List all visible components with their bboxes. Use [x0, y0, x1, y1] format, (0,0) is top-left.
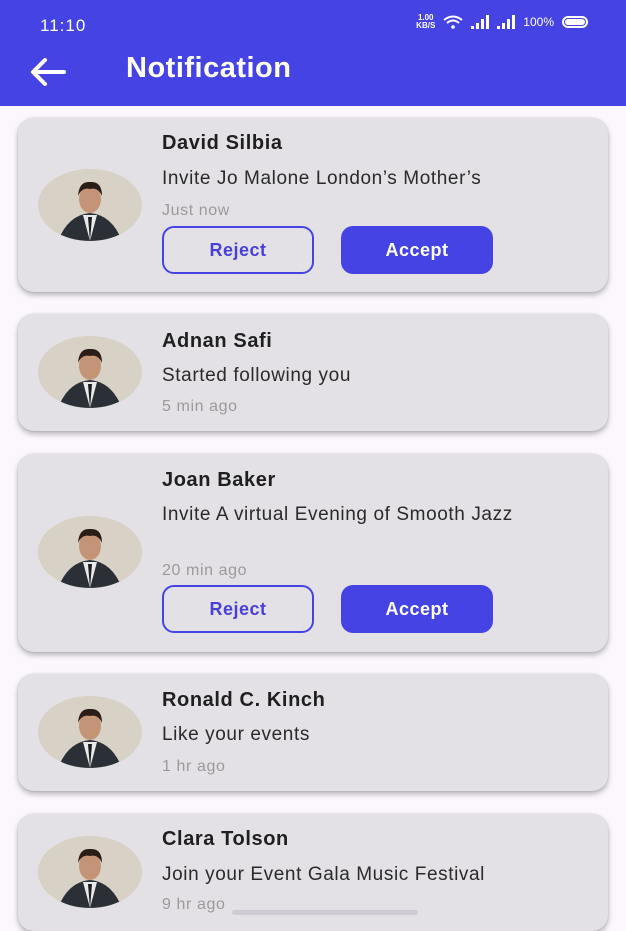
notification-card: David Silbia Invite Jo Malone London’s M… [18, 118, 608, 292]
sender-name: Ronald C. Kinch [162, 689, 326, 711]
notification-time: 9 hr ago [162, 896, 226, 913]
battery-percent: 100% [523, 15, 554, 29]
person-avatar-icon [38, 516, 142, 588]
sender-name: Clara Tolson [162, 828, 289, 850]
sender-name: Joan Baker [162, 469, 276, 491]
person-avatar-icon [38, 836, 142, 908]
notification-message: Invite A virtual Evening of Smooth Jazz [162, 504, 513, 525]
notification-message: Join your Event Gala Music Festival [162, 864, 486, 885]
avatar [38, 169, 142, 241]
notification-time: Just now [162, 202, 230, 219]
signal-icon [497, 15, 516, 29]
notification-message: Like your events [162, 724, 310, 745]
avatar [38, 516, 142, 588]
app-bar: 11:10 1.00 KB/S 100% Notification [0, 0, 626, 106]
network-speed: 1.00 KB/S [416, 13, 436, 30]
reject-button[interactable]: Reject [162, 226, 314, 274]
reject-button[interactable]: Reject [162, 585, 314, 633]
accept-button[interactable]: Accept [341, 226, 493, 274]
notification-card: Adnan Safi Started following you 5 min a… [18, 314, 608, 431]
battery-icon [562, 16, 588, 28]
avatar [38, 836, 142, 908]
notification-time: 1 hr ago [162, 758, 226, 775]
home-indicator [232, 910, 418, 915]
wifi-icon [443, 15, 463, 29]
notification-card: Ronald C. Kinch Like your events 1 hr ag… [18, 674, 608, 791]
notification-time: 5 min ago [162, 398, 238, 415]
person-avatar-icon [38, 169, 142, 241]
person-avatar-icon [38, 336, 142, 408]
notification-card: Joan Baker Invite A virtual Evening of S… [18, 454, 608, 652]
back-arrow-icon[interactable] [28, 54, 68, 90]
avatar [38, 336, 142, 408]
status-icons: 1.00 KB/S 100% [416, 14, 588, 30]
sender-name: Adnan Safi [162, 330, 273, 352]
page-title: Notification [126, 52, 292, 84]
sender-name: David Silbia [162, 132, 283, 154]
status-time: 11:10 [40, 16, 87, 35]
notification-message: Started following you [162, 365, 351, 386]
signal-icon [471, 15, 490, 29]
person-avatar-icon [38, 696, 142, 768]
notification-time: 20 min ago [162, 562, 248, 579]
avatar [38, 696, 142, 768]
accept-button[interactable]: Accept [341, 585, 493, 633]
notification-message: Invite Jo Malone London’s Mother’s [162, 168, 482, 189]
